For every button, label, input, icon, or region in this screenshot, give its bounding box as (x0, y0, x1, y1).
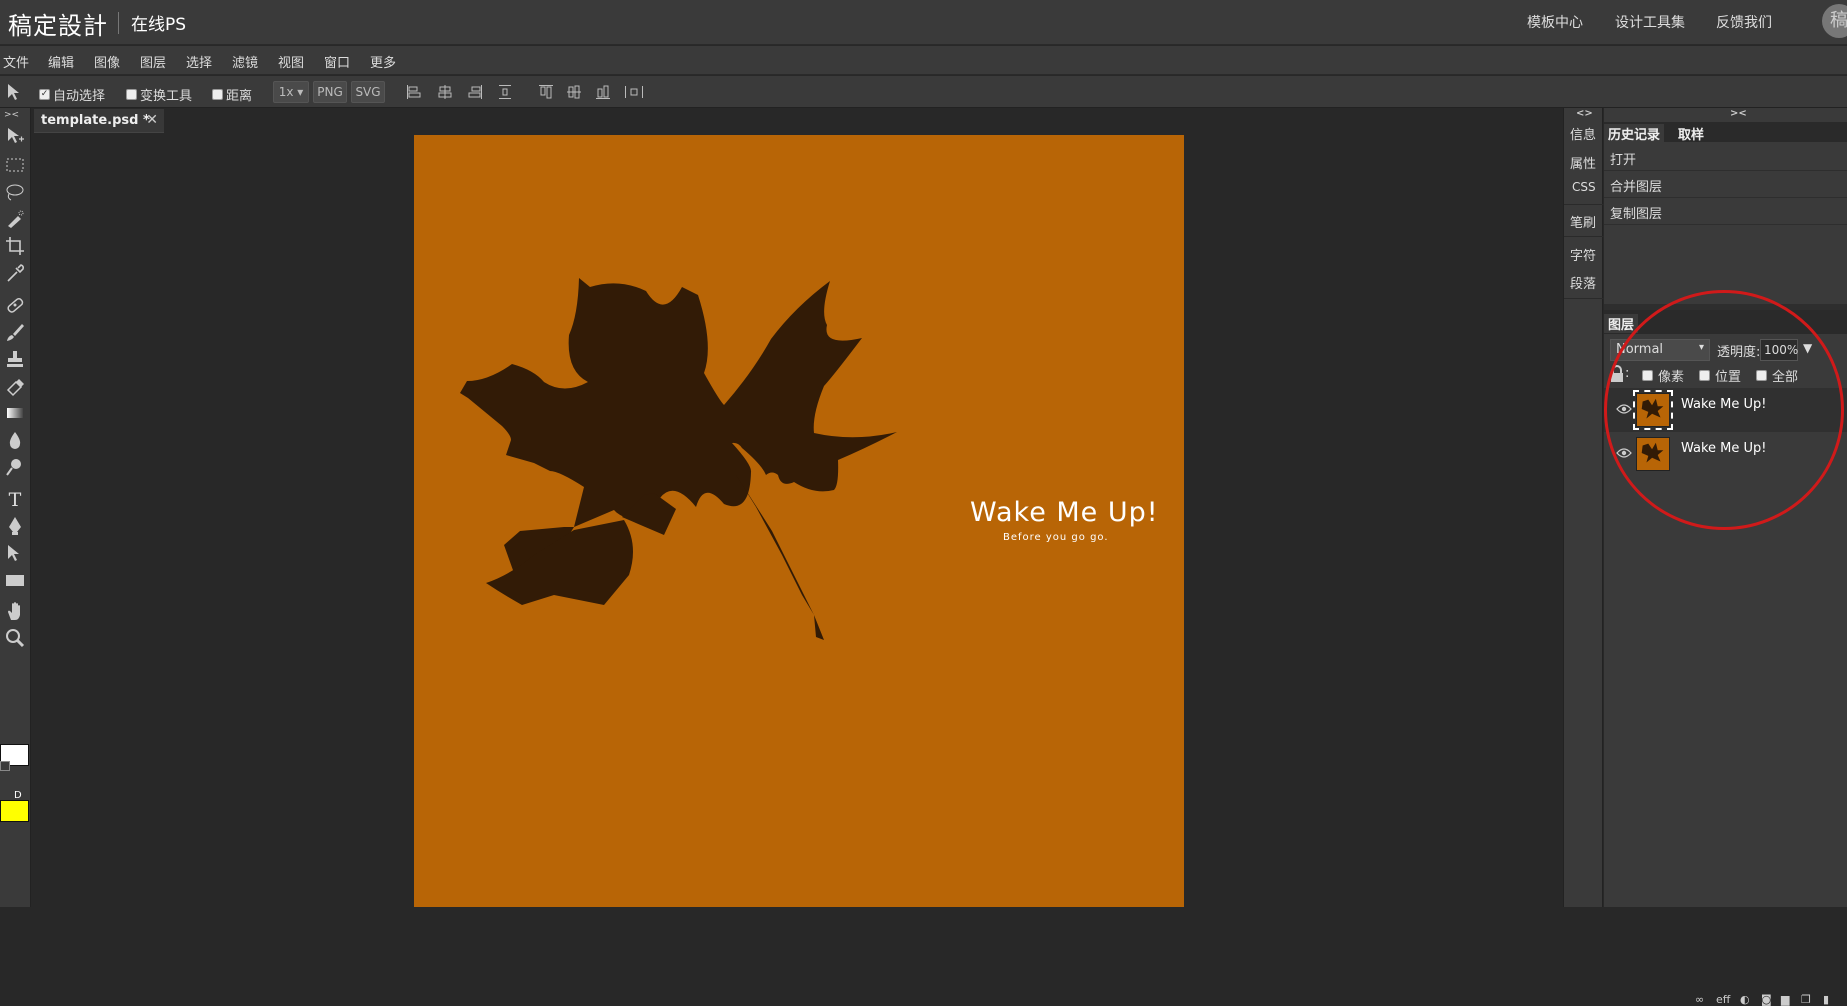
history-item[interactable]: 复制图层 (1604, 199, 1847, 225)
css-panel-button[interactable]: CSS (1572, 180, 1596, 194)
brand-divider (118, 12, 119, 34)
menu-layer[interactable]: 图层 (140, 52, 166, 71)
distribute-vertical-icon[interactable] (497, 84, 513, 100)
transform-label: 变换工具 (140, 89, 193, 104)
document-tab-bar: template.psd * ✕ (32, 108, 1562, 134)
layer-mask-icon[interactable]: ◙ (1761, 993, 1772, 1006)
toolbar-collapse-icon[interactable]: >< (4, 110, 19, 120)
align-right-icon[interactable] (467, 84, 483, 100)
path-select-icon[interactable] (4, 542, 26, 564)
transform-checkbox[interactable] (126, 89, 137, 100)
canvas-subtitle-text: Before you go go. (1003, 532, 1109, 543)
scale-select[interactable]: 1x ▾ (273, 81, 309, 103)
align-left-icon[interactable] (406, 84, 422, 100)
quick-select-icon[interactable] (4, 208, 26, 230)
distance-checkbox[interactable] (212, 89, 223, 100)
paragraph-panel-button[interactable]: 段落 (1570, 273, 1596, 292)
strip-divider (1564, 298, 1604, 299)
history-item[interactable]: 合并图层 (1604, 172, 1847, 198)
eyedropper-icon[interactable] (4, 262, 26, 284)
dodge-tool-icon[interactable] (4, 456, 26, 478)
healing-brush-icon[interactable] (4, 294, 26, 316)
eraser-tool-icon[interactable] (4, 375, 26, 397)
strip-divider (1564, 236, 1604, 237)
auto-select-checkbox[interactable]: ✓ (39, 89, 50, 100)
distribute-horizontal-icon[interactable] (624, 84, 644, 100)
annotation-circle (1604, 290, 1844, 530)
move-tool-icon (8, 84, 19, 100)
feedback-link[interactable]: 反馈我们 (1716, 12, 1772, 32)
brand-logo[interactable]: 稿定設計 (8, 6, 108, 41)
new-layer-icon[interactable]: ❐ (1801, 993, 1811, 1006)
top-bar: 稿定設計 在线PS 模板中心 设计工具集 反馈我们 稿 (0, 0, 1847, 45)
gradient-tool-icon[interactable] (4, 402, 26, 424)
close-icon[interactable]: ✕ (146, 112, 158, 128)
brand-subtitle: 在线PS (131, 15, 187, 35)
pen-tool-icon[interactable] (4, 515, 26, 537)
avatar[interactable]: 稿 (1822, 4, 1847, 38)
adjustment-layer-icon[interactable]: ◐ (1740, 993, 1750, 1006)
auto-select-label: 自动选择 (53, 89, 106, 104)
hand-tool-icon[interactable] (4, 600, 26, 622)
menu-bar: 文件 编辑 图像 图层 选择 滤镜 视图 窗口 更多 (0, 46, 1847, 75)
brush-panel-button[interactable]: 笔刷 (1570, 212, 1596, 231)
template-center-link[interactable]: 模板中心 (1527, 12, 1583, 32)
transform-option[interactable]: 变换工具 (126, 85, 192, 104)
document-canvas[interactable]: Wake Me Up! Before you go go. (414, 135, 1184, 907)
auto-select-option[interactable]: ✓ 自动选择 (39, 85, 105, 104)
menu-view[interactable]: 视图 (278, 52, 304, 71)
export-svg-button[interactable]: SVG (351, 81, 385, 103)
layer-effects-button[interactable]: eff (1716, 993, 1730, 1006)
distance-label: 距离 (226, 89, 253, 104)
marquee-tool-icon[interactable] (4, 154, 26, 176)
brush-tool-icon[interactable] (4, 321, 26, 343)
align-middle-v-icon[interactable] (566, 84, 582, 100)
history-item[interactable]: 打开 (1604, 145, 1847, 171)
crop-tool-icon[interactable] (4, 235, 26, 257)
menu-window[interactable]: 窗口 (324, 52, 350, 71)
canvas-title-text: Wake Me Up! (970, 497, 1159, 528)
align-center-h-icon[interactable] (437, 84, 453, 100)
zoom-tool-icon[interactable] (4, 627, 26, 649)
design-tools-link[interactable]: 设计工具集 (1615, 12, 1685, 32)
history-tabs: 历史记录 取样 (1604, 122, 1847, 143)
align-bottom-icon[interactable] (595, 84, 611, 100)
properties-panel-button[interactable]: 属性 (1570, 153, 1596, 172)
side-panel-strip: <> 信息 属性 CSS 笔刷 字符 段落 (1563, 108, 1604, 907)
menu-file[interactable]: 文件 (3, 52, 29, 71)
panel-collapse-icon[interactable]: >< (1730, 108, 1747, 119)
menu-edit[interactable]: 编辑 (48, 52, 74, 71)
blur-tool-icon[interactable] (4, 429, 26, 451)
menu-more[interactable]: 更多 (370, 52, 396, 71)
svg-text:T: T (9, 489, 22, 510)
lasso-tool-icon[interactable] (4, 181, 26, 203)
swap-colors-icon[interactable] (0, 761, 10, 771)
text-tool-icon[interactable]: T (4, 488, 26, 510)
tab-sample[interactable]: 取样 (1674, 124, 1708, 143)
export-png-button[interactable]: PNG (313, 81, 347, 103)
scale-value: 1x (278, 85, 294, 99)
stamp-tool-icon[interactable] (4, 348, 26, 370)
align-top-icon[interactable] (538, 84, 554, 100)
delete-layer-icon[interactable]: ▮ (1823, 993, 1829, 1006)
strip-toggle-icon[interactable]: <> (1576, 108, 1593, 119)
menu-filter[interactable]: 滤镜 (232, 52, 258, 71)
rectangle-tool-icon[interactable] (4, 569, 26, 591)
link-layers-icon[interactable]: ∞ (1695, 993, 1704, 1006)
tool-bar: >< T D (0, 108, 31, 907)
strip-divider (1564, 204, 1604, 205)
tab-history[interactable]: 历史记录 (1604, 124, 1665, 143)
character-panel-button[interactable]: 字符 (1570, 245, 1596, 264)
distance-option[interactable]: 距离 (212, 85, 252, 104)
document-tab[interactable]: template.psd * ✕ (34, 109, 164, 133)
new-group-icon[interactable]: ▆ (1781, 993, 1789, 1006)
menu-image[interactable]: 图像 (94, 52, 120, 71)
info-panel-button[interactable]: 信息 (1570, 124, 1596, 143)
background-color-swatch[interactable] (0, 800, 29, 822)
menu-select[interactable]: 选择 (186, 52, 212, 71)
options-bar: ✓ 自动选择 变换工具 距离 1x ▾ PNG SVG (0, 76, 1847, 108)
move-tool-icon[interactable] (4, 125, 26, 147)
document-tab-label: template.psd * (41, 113, 150, 128)
